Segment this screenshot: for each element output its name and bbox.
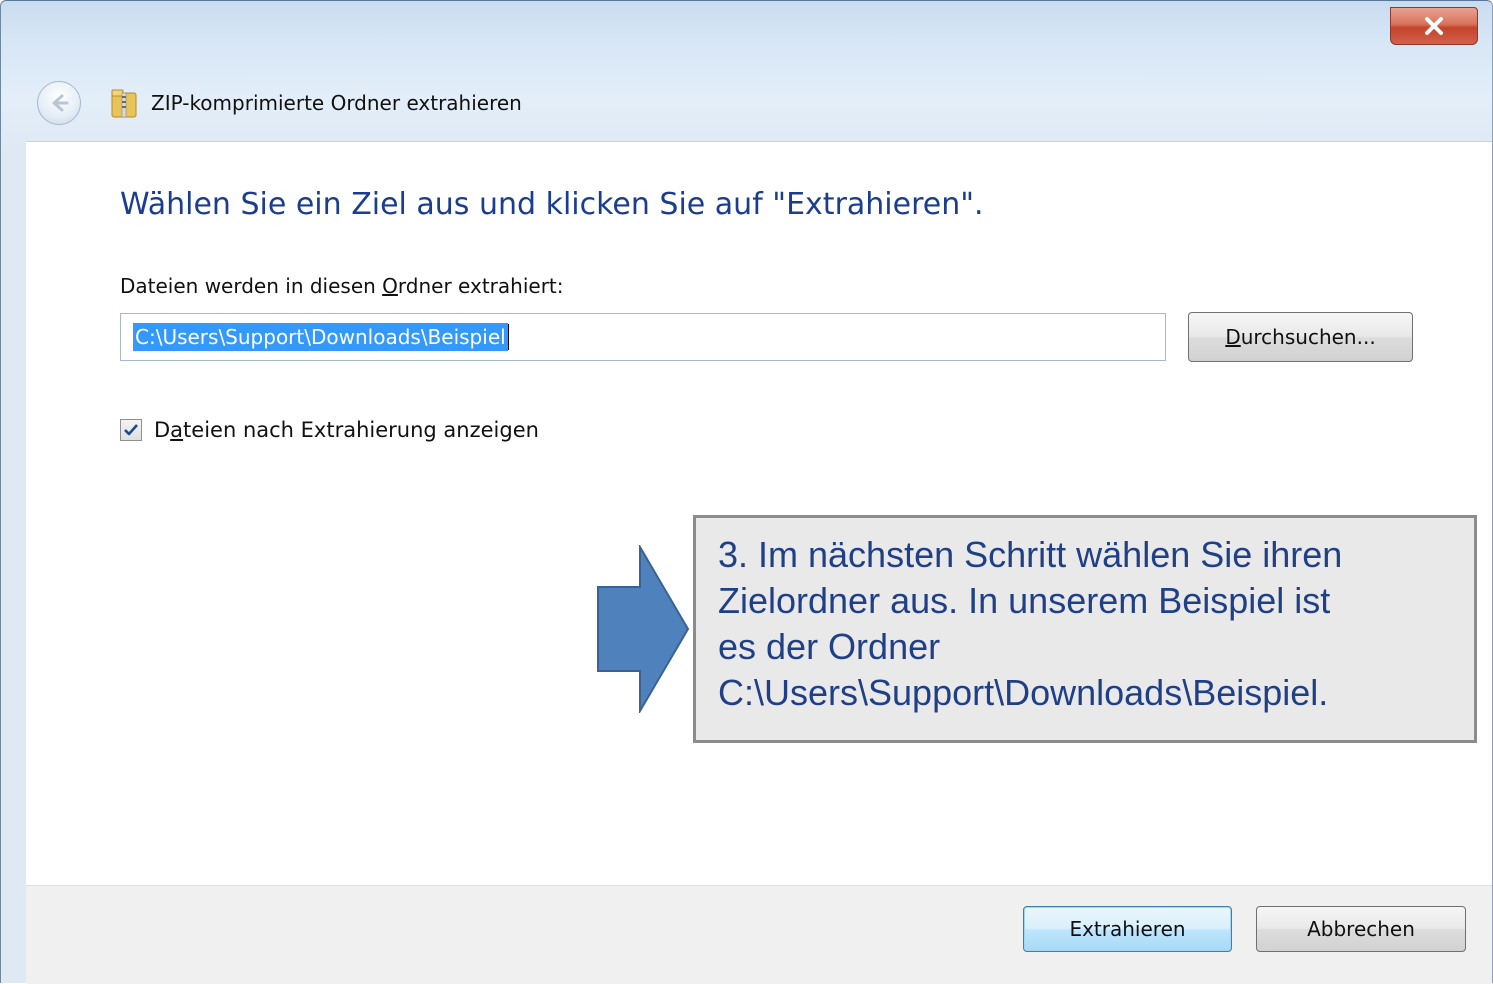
destination-label-part: rdner extrahiert: — [397, 274, 564, 298]
browse-label: urchsuchen... — [1240, 325, 1376, 349]
show-files-checkbox[interactable] — [120, 419, 142, 441]
label-accelerator: a — [170, 418, 184, 442]
browse-button[interactable]: Durchsuchen... — [1188, 312, 1413, 362]
extract-button[interactable]: Extrahieren — [1023, 906, 1232, 952]
cancel-button[interactable]: Abbrechen — [1256, 906, 1466, 952]
back-button[interactable] — [37, 81, 81, 125]
browse-accelerator: D — [1225, 325, 1241, 349]
annotation-line: es der Ordner — [718, 626, 941, 667]
annotation-line: 3. Im nächsten Schritt wählen Sie ihren — [718, 534, 1343, 575]
back-arrow-icon — [52, 94, 69, 112]
destination-label-accelerator: O — [382, 274, 398, 298]
show-files-option[interactable]: Dateien nach Extrahierung anzeigen — [120, 418, 539, 442]
checkmark-icon — [124, 424, 138, 436]
right-arrow-icon — [597, 545, 690, 713]
annotation-line: Zielordner aus. In unserem Beispiel ist — [718, 580, 1331, 621]
window-title: ZIP-komprimierte Ordner extrahieren — [151, 91, 522, 115]
annotation-callout: 3. Im nächsten Schritt wählen Sie ihren … — [693, 515, 1477, 743]
title-bar: ZIP-komprimierte Ordner extrahieren — [37, 79, 522, 127]
text-caret — [507, 324, 509, 350]
zip-folder-icon — [111, 89, 137, 118]
destination-path-input[interactable]: C:\Users\Support\Downloads\Beispiel — [120, 313, 1166, 361]
close-icon — [1425, 17, 1443, 35]
label-part: teien nach Extrahierung anzeigen — [183, 418, 539, 442]
dialog-content — [26, 141, 1492, 886]
label-part: D — [154, 418, 171, 442]
show-files-label[interactable]: Dateien nach Extrahierung anzeigen — [154, 418, 539, 442]
close-button[interactable] — [1390, 7, 1478, 45]
destination-label-part: Dateien werden in diesen — [120, 274, 383, 298]
instruction-heading: Wählen Sie ein Ziel aus und klicken Sie … — [120, 187, 984, 222]
annotation-line: C:\Users\Support\Downloads\Beispiel. — [718, 672, 1329, 713]
destination-label: Dateien werden in diesen Ordner extrahie… — [120, 274, 564, 298]
path-selected-text: C:\Users\Support\Downloads\Beispiel — [133, 323, 508, 351]
